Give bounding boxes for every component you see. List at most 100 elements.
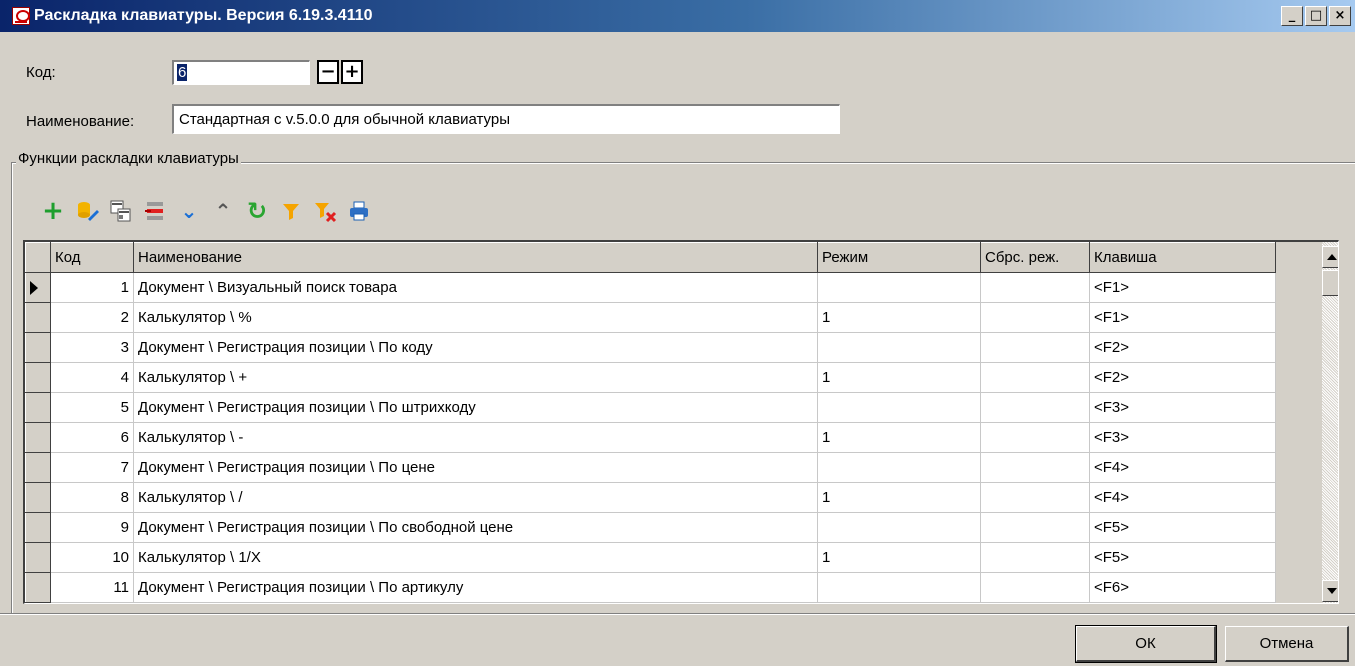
table-row[interactable]: 1 Документ \ Визуальный поиск товара <F1> [25,272,1276,303]
cell-reset-mode[interactable] [980,392,1090,423]
cell-code[interactable]: 2 [50,302,134,333]
column-header-code[interactable]: Код [50,242,134,273]
cell-reset-mode[interactable] [980,272,1090,303]
cell-key[interactable]: <F1> [1089,272,1276,303]
cell-mode[interactable]: 1 [817,302,981,333]
minimize-button[interactable]: _ [1281,6,1303,26]
cell-reset-mode[interactable] [980,572,1090,603]
row-indicator[interactable] [25,542,51,573]
clear-filter-icon[interactable] [312,198,338,224]
row-indicator[interactable] [25,512,51,543]
cell-code[interactable]: 4 [50,362,134,393]
row-indicator[interactable] [25,302,51,333]
cell-key[interactable]: <F4> [1089,482,1276,513]
cell-code[interactable]: 3 [50,332,134,363]
cell-key[interactable]: <F2> [1089,332,1276,363]
cell-key[interactable]: <F5> [1089,542,1276,573]
cell-name[interactable]: Калькулятор \ 1/X [133,542,818,573]
cell-key[interactable]: <F3> [1089,392,1276,423]
filter-icon[interactable] [278,198,304,224]
cell-code[interactable]: 11 [50,572,134,603]
row-indicator[interactable] [25,272,51,303]
column-header-reset-mode[interactable]: Сбрс. реж. [980,242,1090,273]
cell-name[interactable]: Документ \ Регистрация позиции \ По цене [133,452,818,483]
title-bar[interactable]: Раскладка клавиатуры. Версия 6.19.3.4110… [0,0,1355,32]
table-row[interactable]: 3 Документ \ Регистрация позиции \ По код… [25,332,1276,363]
cell-reset-mode[interactable] [980,512,1090,543]
cell-name[interactable]: Документ \ Визуальный поиск товара [133,272,818,303]
cell-key[interactable]: <F5> [1089,512,1276,543]
cell-reset-mode[interactable] [980,542,1090,573]
cell-mode[interactable] [817,392,981,423]
row-indicator[interactable] [25,452,51,483]
row-indicator[interactable] [25,362,51,393]
cell-name[interactable]: Документ \ Регистрация позиции \ По штри… [133,392,818,423]
delete-icon[interactable] [142,198,168,224]
vertical-scrollbar[interactable] [1322,242,1338,603]
row-indicator[interactable] [25,572,51,603]
maximize-button[interactable]: □ [1305,6,1327,26]
table-row[interactable]: 5 Документ \ Регистрация позиции \ По штр… [25,392,1276,423]
cell-code[interactable]: 9 [50,512,134,543]
refresh-icon[interactable]: ↻ [244,197,270,225]
table-row[interactable]: 2 Калькулятор \ % 1 <F1> [25,302,1276,333]
table-row[interactable]: 10 Калькулятор \ 1/X 1 <F5> [25,542,1276,573]
cell-code[interactable]: 5 [50,392,134,423]
cell-mode[interactable] [817,452,981,483]
scroll-up-button[interactable] [1322,246,1338,268]
cell-mode[interactable] [817,272,981,303]
cell-code[interactable]: 1 [50,272,134,303]
row-indicator[interactable] [25,392,51,423]
scroll-down-button[interactable] [1322,580,1338,602]
cell-code[interactable]: 10 [50,542,134,573]
table-row[interactable]: 6 Калькулятор \ -1 <F3> [25,422,1276,453]
cell-name[interactable]: Калькулятор \ / [133,482,818,513]
cell-key[interactable]: <F4> [1089,452,1276,483]
table-row[interactable]: 8 Калькулятор \ /1 <F4> [25,482,1276,513]
table-row[interactable]: 11 Документ \ Регистрация позиции \ По ар… [25,572,1276,603]
column-header-mode[interactable]: Режим [817,242,981,273]
code-input[interactable]: 6 [172,60,310,85]
row-indicator[interactable] [25,422,51,453]
cell-name[interactable]: Калькулятор \ % [133,302,818,333]
cell-code[interactable]: 6 [50,422,134,453]
cell-mode[interactable] [817,332,981,363]
row-indicator[interactable] [25,482,51,513]
scroll-thumb[interactable] [1322,270,1338,296]
cell-mode[interactable]: 1 [817,422,981,453]
move-down-icon[interactable]: ⌄ [176,198,202,224]
cell-name[interactable]: Документ \ Регистрация позиции \ По коду [133,332,818,363]
cell-reset-mode[interactable] [980,362,1090,393]
name-input[interactable]: Стандартная с v.5.0.0 для обычной клавиа… [172,104,840,134]
cell-reset-mode[interactable] [980,452,1090,483]
cell-reset-mode[interactable] [980,482,1090,513]
cell-name[interactable]: Документ \ Регистрация позиции \ По своб… [133,512,818,543]
cell-mode[interactable]: 1 [817,542,981,573]
cell-reset-mode[interactable] [980,332,1090,363]
table-row[interactable]: 4 Калькулятор \ +1 <F2> [25,362,1276,393]
cell-key[interactable]: <F3> [1089,422,1276,453]
cell-reset-mode[interactable] [980,422,1090,453]
column-header-key[interactable]: Клавиша [1089,242,1276,273]
cell-mode[interactable] [817,572,981,603]
cell-name[interactable]: Калькулятор \ + [133,362,818,393]
move-up-icon[interactable]: ⌃ [210,198,236,224]
table-row[interactable]: 7 Документ \ Регистрация позиции \ По цен… [25,452,1276,483]
cell-reset-mode[interactable] [980,302,1090,333]
copy-icon[interactable] [108,198,134,224]
cell-key[interactable]: <F1> [1089,302,1276,333]
column-header-name[interactable]: Наименование [133,242,818,273]
table-row[interactable]: 9 Документ \ Регистрация позиции \ По сво… [25,512,1276,543]
cell-code[interactable]: 7 [50,452,134,483]
cell-key[interactable]: <F6> [1089,572,1276,603]
cell-code[interactable]: 8 [50,482,134,513]
print-icon[interactable] [346,198,372,224]
cell-name[interactable]: Документ \ Регистрация позиции \ По арти… [133,572,818,603]
edit-icon[interactable] [74,198,100,224]
cell-key[interactable]: <F2> [1089,362,1276,393]
cell-mode[interactable]: 1 [817,482,981,513]
increment-button[interactable]: + [341,60,363,84]
cancel-button[interactable]: Отмена [1225,626,1349,662]
ok-button[interactable]: ОК [1075,625,1217,663]
row-indicator[interactable] [25,332,51,363]
